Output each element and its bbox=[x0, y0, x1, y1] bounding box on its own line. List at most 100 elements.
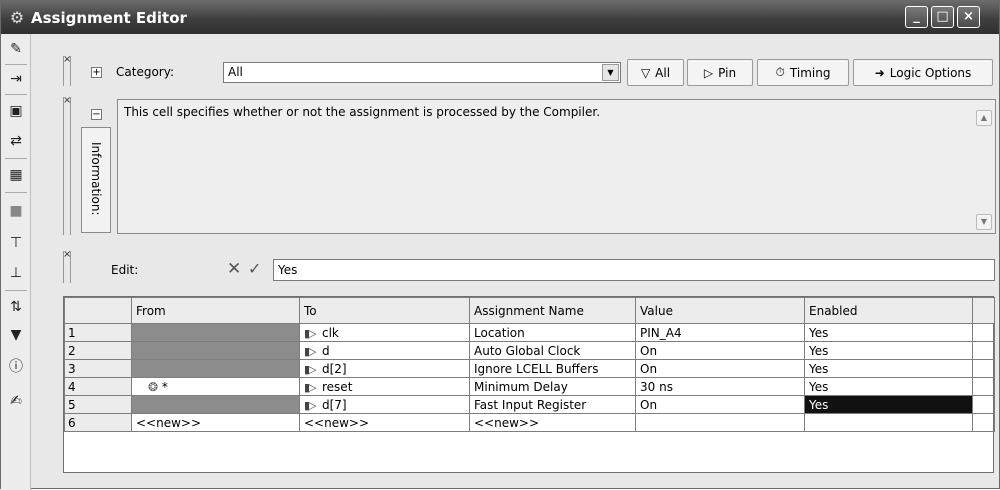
scroll-down-icon[interactable]: ▼ bbox=[976, 214, 992, 230]
value-cell[interactable]: PIN_A4 bbox=[635, 323, 805, 342]
chevron-down-icon[interactable]: ▼ bbox=[602, 64, 619, 81]
row-number[interactable]: 1 bbox=[64, 323, 132, 342]
table-row[interactable]: 6 <<new>> <<new>> <<new>> bbox=[64, 413, 995, 432]
close-small-icon[interactable]: × bbox=[63, 55, 71, 65]
table-row[interactable]: 1 ▮▷ clk Location PIN_A4 Yes bbox=[64, 323, 995, 342]
pin-icon: ▮▷ bbox=[304, 362, 317, 376]
assignment-name-cell[interactable]: Fast Input Register bbox=[469, 395, 636, 414]
pin-button[interactable]: ▷ Pin bbox=[687, 59, 753, 86]
row-filler bbox=[972, 359, 995, 378]
enabled-cell[interactable]: Yes bbox=[804, 359, 973, 378]
assignment-name-cell[interactable]: Minimum Delay bbox=[469, 377, 636, 396]
node-finder-icon[interactable]: ⇥ bbox=[5, 68, 27, 90]
stopwatch-icon: ⏱ bbox=[775, 65, 785, 79]
header-row: From To Assignment Name Value Enabled bbox=[64, 297, 995, 324]
to-cell[interactable]: ▮▷ reset bbox=[299, 377, 470, 396]
from-cell[interactable] bbox=[131, 359, 300, 378]
sort-descending-icon[interactable]: ⊥ bbox=[5, 262, 27, 284]
to-cell[interactable]: <<new>> bbox=[299, 413, 470, 432]
to-cell[interactable]: ▮▷ d[7] bbox=[299, 395, 470, 414]
information-text-area: This cell specifies whether or not the a… bbox=[117, 99, 996, 234]
row-number[interactable]: 4 bbox=[64, 377, 132, 396]
to-cell[interactable]: ▮▷ d[2] bbox=[299, 359, 470, 378]
toolbar-separator bbox=[5, 64, 27, 65]
toolbar-separator bbox=[5, 158, 27, 159]
to-cell[interactable]: ▮▷ d bbox=[299, 341, 470, 360]
toolbar-separator bbox=[5, 290, 27, 291]
enabled-cell[interactable]: Yes bbox=[804, 377, 973, 396]
close-small-icon[interactable]: × bbox=[63, 250, 71, 260]
information-label: Information: bbox=[89, 142, 103, 216]
column-header-value[interactable]: Value bbox=[635, 297, 805, 324]
all-button[interactable]: ▽ All bbox=[627, 59, 684, 86]
table-row[interactable]: 5 ▮▷ d[7] Fast Input Register On Yes bbox=[64, 395, 995, 414]
wrench-icon: ⚙ bbox=[9, 7, 25, 27]
value-cell[interactable]: 30 ns bbox=[635, 377, 805, 396]
title-bar[interactable]: ⚙ Assignment Editor _ □ × bbox=[1, 1, 999, 34]
close-button[interactable]: × bbox=[957, 6, 980, 28]
column-header-enabled[interactable]: Enabled bbox=[804, 297, 973, 324]
table-row[interactable]: 2 ▮▷ d Auto Global Clock On Yes bbox=[64, 341, 995, 360]
cancel-x-icon[interactable]: ✕ bbox=[227, 259, 241, 279]
value-cell[interactable] bbox=[635, 413, 805, 432]
to-cell[interactable]: ▮▷ clk bbox=[299, 323, 470, 342]
left-toolbar: ✎ ⇥ ▣ ⇄ ▦ ■ ⊤ ⊥ ⇅ ▼ ⓘ ✍ bbox=[1, 34, 31, 490]
pencil-icon[interactable]: ✎ bbox=[5, 38, 27, 60]
enabled-cell[interactable]: Yes bbox=[804, 341, 973, 360]
row-filler bbox=[972, 341, 995, 360]
from-cell[interactable] bbox=[131, 395, 300, 414]
row-number[interactable]: 5 bbox=[64, 395, 132, 414]
scroll-up-icon[interactable]: ▲ bbox=[976, 110, 992, 126]
category-select[interactable]: All ▼ bbox=[223, 62, 621, 83]
assignment-name-cell[interactable]: Location bbox=[469, 323, 636, 342]
row-number-header[interactable] bbox=[64, 297, 132, 324]
row-filler bbox=[972, 377, 995, 396]
info-icon[interactable]: ⓘ bbox=[5, 356, 27, 378]
timing-filter-icon[interactable]: ⇅ bbox=[5, 296, 27, 318]
from-cell[interactable]: <<new>> bbox=[131, 413, 300, 432]
assignment-name-cell[interactable]: <<new>> bbox=[469, 413, 636, 432]
edit-field[interactable]: Yes bbox=[273, 259, 995, 281]
close-small-icon[interactable]: × bbox=[63, 96, 71, 106]
sort-ascending-icon[interactable]: ⊤ bbox=[5, 232, 27, 254]
export-xml-icon[interactable]: ✍ bbox=[5, 390, 27, 412]
expand-icon[interactable]: + bbox=[91, 67, 102, 78]
row-number[interactable]: 6 bbox=[64, 413, 132, 432]
enabled-cell[interactable] bbox=[804, 413, 973, 432]
assignment-name-cell[interactable]: Ignore LCELL Buffers bbox=[469, 359, 636, 378]
row-filler bbox=[972, 413, 995, 432]
enabled-cell[interactable]: Yes bbox=[804, 323, 973, 342]
square-icon[interactable]: ■ bbox=[5, 200, 27, 222]
logic-options-button[interactable]: ➜ Logic Options bbox=[853, 59, 993, 86]
value-cell[interactable]: On bbox=[635, 359, 805, 378]
filter-down-icon[interactable]: ▼ bbox=[5, 324, 27, 346]
table-row[interactable]: 4 ❂ * ▮▷ reset Minimum Delay 30 ns Yes bbox=[64, 377, 995, 396]
pin-planner-icon[interactable]: ▦ bbox=[5, 164, 27, 186]
table-row[interactable]: 3 ▮▷ d[2] Ignore LCELL Buffers On Yes bbox=[64, 359, 995, 378]
assignment-name-cell[interactable]: Auto Global Clock bbox=[469, 341, 636, 360]
refresh-box-icon[interactable]: ⇄ bbox=[5, 130, 27, 152]
monitor-icon[interactable]: ▣ bbox=[5, 100, 27, 122]
minimize-button[interactable]: _ bbox=[905, 6, 928, 28]
value-cell[interactable]: On bbox=[635, 341, 805, 360]
from-cell[interactable]: ❂ * bbox=[131, 377, 300, 396]
maximize-button[interactable]: □ bbox=[931, 6, 954, 28]
enabled-cell-selected[interactable]: Yes bbox=[804, 395, 973, 414]
row-number[interactable]: 3 bbox=[64, 359, 132, 378]
pin-icon: ▮▷ bbox=[304, 326, 317, 340]
accept-check-icon[interactable]: ✓ bbox=[248, 259, 261, 278]
column-header-to[interactable]: To bbox=[299, 297, 470, 324]
timing-button[interactable]: ⏱ Timing bbox=[757, 59, 849, 86]
from-cell[interactable] bbox=[131, 341, 300, 360]
value-cell[interactable]: On bbox=[635, 395, 805, 414]
node-icon: ❂ bbox=[148, 379, 159, 394]
info-pane-grip[interactable] bbox=[63, 97, 71, 235]
collapse-icon[interactable]: − bbox=[91, 109, 102, 120]
toolbar-separator bbox=[5, 192, 27, 193]
pin-icon: ▮▷ bbox=[304, 344, 317, 358]
column-header-from[interactable]: From bbox=[131, 297, 300, 324]
assignment-table: From To Assignment Name Value Enabled 1 … bbox=[64, 297, 995, 432]
row-number[interactable]: 2 bbox=[64, 341, 132, 360]
from-cell[interactable] bbox=[131, 323, 300, 342]
column-header-assignment-name[interactable]: Assignment Name bbox=[469, 297, 636, 324]
